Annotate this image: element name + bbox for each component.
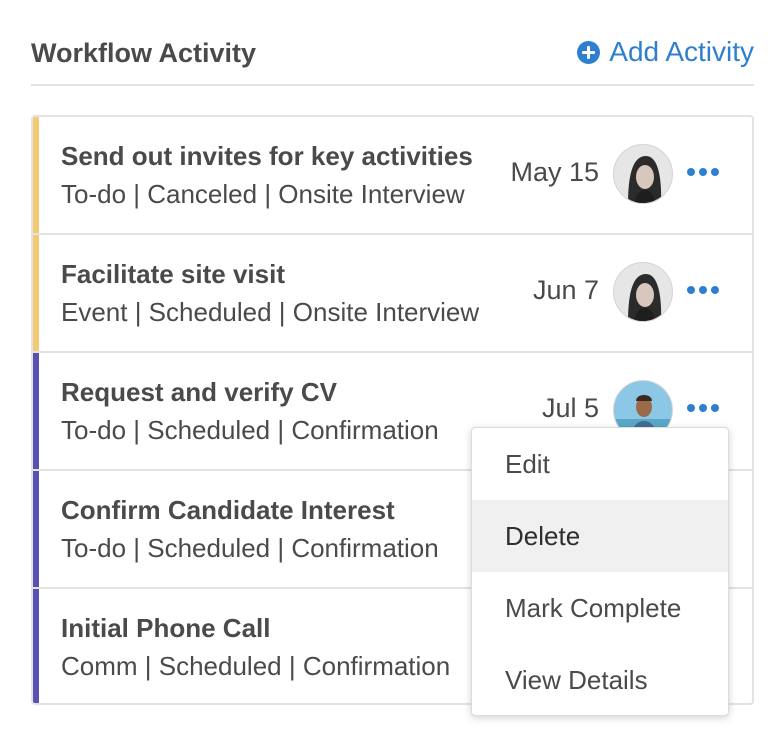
add-activity-label: Add Activity — [609, 36, 754, 67]
more-options-button[interactable] — [685, 157, 721, 187]
status-stripe — [33, 353, 39, 469]
activity-date: Jul 5 — [541, 393, 599, 423]
more-options-button[interactable] — [685, 393, 721, 423]
menu-item-view-details[interactable]: View Details — [472, 644, 728, 715]
menu-item-delete[interactable]: Delete — [472, 500, 728, 572]
section-title: Workflow Activity — [31, 38, 257, 68]
row-context-menu: Edit Delete Mark Complete View Details — [471, 427, 729, 716]
dot-icon — [711, 404, 719, 412]
woman-portrait-icon — [614, 263, 672, 321]
status-stripe — [33, 589, 39, 703]
section-header: Workflow Activity Add Activity — [31, 36, 754, 86]
activity-title: Send out invites for key activities — [61, 141, 473, 171]
activity-meta: Event | Scheduled | Onsite Interview — [61, 297, 480, 327]
dot-icon — [687, 286, 695, 294]
status-stripe — [33, 117, 39, 233]
menu-item-edit[interactable]: Edit — [472, 428, 728, 500]
dot-icon — [699, 286, 707, 294]
plus-circle-icon — [577, 40, 601, 64]
dot-icon — [687, 168, 695, 176]
woman-portrait-icon — [614, 145, 672, 203]
activity-title: Initial Phone Call — [61, 613, 271, 643]
dot-icon — [711, 286, 719, 294]
avatar — [613, 144, 673, 204]
dot-icon — [687, 404, 695, 412]
activity-meta: Comm | Scheduled | Confirmation — [61, 651, 451, 681]
status-stripe — [33, 235, 39, 351]
dot-icon — [699, 404, 707, 412]
activity-date: Jun 7 — [532, 275, 599, 305]
add-activity-button[interactable]: Add Activity — [577, 36, 754, 68]
activity-meta: To-do | Scheduled | Confirmation — [61, 533, 439, 563]
activity-meta: To-do | Scheduled | Confirmation — [61, 415, 439, 445]
dot-icon — [711, 168, 719, 176]
more-options-button[interactable] — [685, 275, 721, 305]
activity-date: May 15 — [510, 157, 599, 187]
activity-title: Confirm Candidate Interest — [61, 495, 395, 525]
activity-title: Request and verify CV — [61, 377, 337, 407]
activity-meta: To-do | Canceled | Onsite Interview — [61, 179, 465, 209]
menu-item-mark-complete[interactable]: Mark Complete — [472, 572, 728, 644]
avatar — [613, 262, 673, 322]
dot-icon — [699, 168, 707, 176]
activity-row[interactable]: Facilitate site visit Event | Scheduled … — [33, 235, 752, 353]
activity-title: Facilitate site visit — [61, 259, 285, 289]
activity-row[interactable]: Send out invites for key activities To-d… — [33, 117, 752, 235]
status-stripe — [33, 471, 39, 587]
